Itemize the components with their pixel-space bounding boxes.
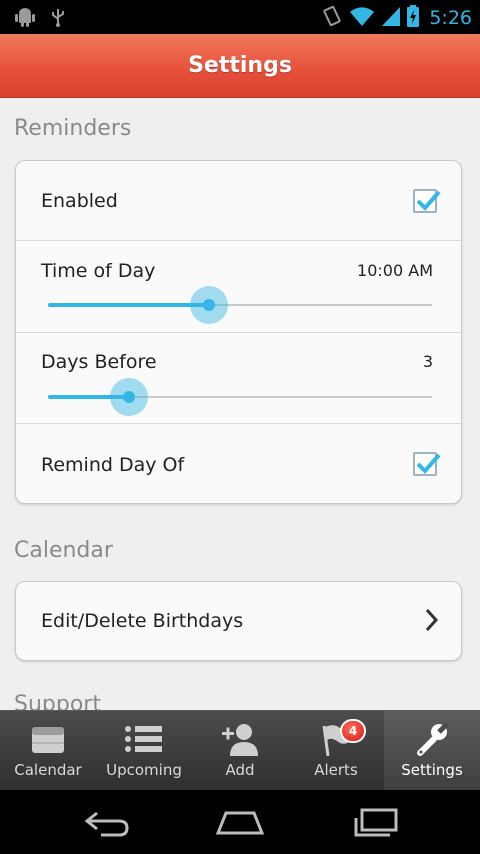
days-before-row: Days Before 3 bbox=[16, 333, 461, 424]
remind-day-of-checkbox[interactable] bbox=[413, 452, 441, 476]
signal-icon bbox=[381, 5, 401, 31]
tab-alerts[interactable]: 4 Alerts bbox=[288, 711, 384, 791]
tab-add[interactable]: Add bbox=[192, 711, 288, 791]
days-before-slider[interactable] bbox=[48, 377, 432, 417]
tab-upcoming[interactable]: Upcoming bbox=[96, 711, 192, 791]
back-button[interactable] bbox=[77, 808, 137, 838]
tab-settings[interactable]: Settings bbox=[384, 711, 480, 791]
enabled-checkbox[interactable] bbox=[413, 189, 441, 213]
status-bar: 5:26 bbox=[0, 0, 480, 34]
calendar-icon bbox=[30, 721, 66, 757]
battery-icon bbox=[407, 5, 420, 31]
back-icon bbox=[84, 811, 129, 837]
home-button[interactable] bbox=[210, 808, 270, 838]
remind-day-of-row[interactable]: Remind Day Of bbox=[16, 424, 461, 503]
recent-apps-icon bbox=[354, 808, 398, 837]
days-before-label: Days Before bbox=[41, 351, 157, 373]
vibrate-icon bbox=[321, 5, 343, 31]
home-icon bbox=[215, 811, 265, 835]
remind-day-of-label: Remind Day Of bbox=[41, 454, 185, 476]
add-person-icon bbox=[220, 721, 260, 757]
time-of-day-slider[interactable] bbox=[48, 285, 432, 325]
slider-thumb[interactable] bbox=[190, 286, 229, 324]
page-title: Settings bbox=[188, 53, 292, 78]
tab-label: Add bbox=[225, 761, 255, 779]
section-title-calendar: Calendar bbox=[14, 538, 113, 563]
checkmark-icon bbox=[416, 453, 441, 474]
time-of-day-value: 10:00 AM bbox=[357, 261, 433, 280]
checkmark-icon bbox=[416, 190, 441, 211]
time-of-day-row: Time of Day 10:00 AM bbox=[16, 241, 461, 333]
tab-label: Settings bbox=[401, 761, 463, 779]
app-header: Settings bbox=[0, 34, 480, 98]
section-title-support: Support bbox=[14, 692, 101, 710]
wifi-icon bbox=[349, 5, 375, 31]
reminders-card: Enabled Time of Day 10:00 AM Days Before… bbox=[15, 160, 462, 504]
slider-thumb[interactable] bbox=[109, 378, 148, 416]
list-icon bbox=[124, 721, 164, 757]
section-title-reminders: Reminders bbox=[14, 116, 132, 141]
edit-birthdays-row[interactable]: Edit/Delete Birthdays bbox=[16, 582, 461, 660]
tab-label: Alerts bbox=[314, 761, 358, 779]
tab-bar: Calendar Upcoming Add 4 Alerts Settings bbox=[0, 710, 480, 791]
system-nav-bar bbox=[0, 790, 480, 854]
edit-birthdays-label: Edit/Delete Birthdays bbox=[41, 610, 244, 632]
status-time: 5:26 bbox=[429, 7, 472, 29]
time-of-day-label: Time of Day bbox=[41, 260, 156, 282]
wrench-icon bbox=[414, 721, 450, 757]
slider-fill bbox=[48, 303, 210, 307]
calendar-card: Edit/Delete Birthdays bbox=[15, 581, 462, 661]
enabled-label: Enabled bbox=[41, 190, 118, 212]
enabled-row[interactable]: Enabled bbox=[16, 161, 461, 241]
chevron-right-icon bbox=[425, 608, 439, 636]
usb-icon bbox=[50, 7, 66, 31]
tab-label: Calendar bbox=[14, 761, 82, 779]
tab-calendar[interactable]: Calendar bbox=[0, 711, 96, 791]
android-debug-icon bbox=[14, 7, 36, 31]
days-before-value: 3 bbox=[422, 352, 433, 371]
settings-content[interactable]: Reminders Enabled Time of Day 10:00 AM D… bbox=[0, 98, 480, 710]
recent-apps-button[interactable] bbox=[346, 808, 406, 838]
alerts-badge: 4 bbox=[340, 719, 366, 743]
tab-label: Upcoming bbox=[106, 761, 182, 779]
